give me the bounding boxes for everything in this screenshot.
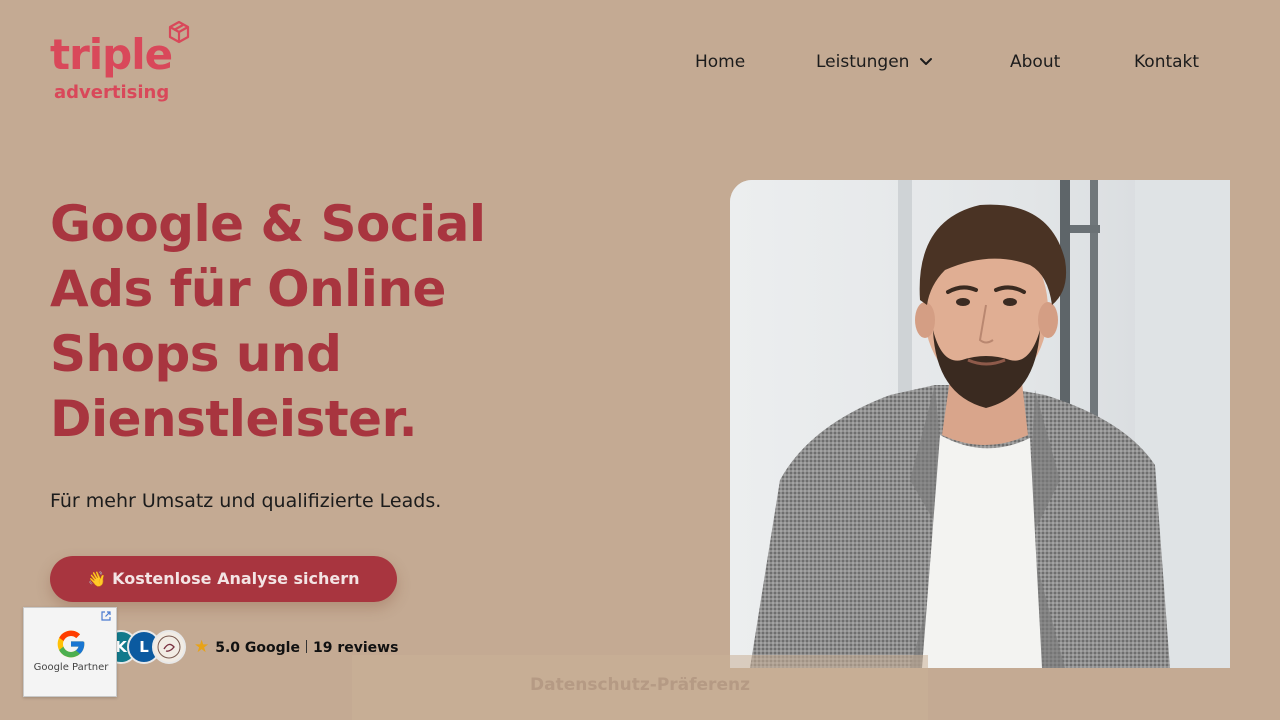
badge-label: Google Partner bbox=[33, 662, 109, 673]
hero-headline: Google & Social Ads für Online Shops und… bbox=[50, 195, 486, 448]
rating-value: 5.0 Google bbox=[215, 640, 300, 656]
google-partner-badge[interactable]: Google Partner bbox=[23, 607, 117, 697]
waving-hand-icon: 👋 bbox=[87, 570, 107, 588]
logo-wordmark: triple bbox=[50, 30, 173, 79]
nav-about[interactable]: About bbox=[1010, 50, 1060, 74]
portrait-illustration bbox=[730, 180, 1230, 668]
avatar-badge bbox=[152, 630, 186, 664]
review-count: 19 reviews bbox=[312, 640, 399, 656]
privacy-consent-bar[interactable]: Datenschutz-Präferenz bbox=[352, 655, 928, 720]
cube-logo-icon bbox=[168, 20, 190, 44]
google-g-icon bbox=[57, 630, 85, 658]
logo-subtitle: advertising bbox=[54, 82, 170, 103]
reviewer-logo-icon bbox=[157, 635, 181, 659]
consent-label: Datenschutz-Präferenz bbox=[530, 675, 750, 695]
hero-subline: Für mehr Umsatz und qualifizierte Leads. bbox=[50, 490, 442, 512]
chevron-down-icon bbox=[920, 58, 933, 65]
nav-home[interactable]: Home bbox=[695, 50, 745, 74]
brand-logo[interactable]: triple advertising bbox=[50, 20, 200, 110]
nav-leistungen-label: Leistungen bbox=[816, 52, 910, 72]
divider bbox=[305, 640, 307, 653]
cta-label: Kostenlose Analyse sichern bbox=[112, 569, 360, 588]
external-link-icon bbox=[101, 611, 111, 621]
star-icon: ★ bbox=[194, 637, 210, 657]
hero-portrait-image bbox=[730, 180, 1230, 668]
nav-kontakt[interactable]: Kontakt bbox=[1134, 50, 1199, 74]
cta-analysis-button[interactable]: 👋 Kostenlose Analyse sichern bbox=[50, 556, 397, 602]
nav-leistungen[interactable]: Leistungen bbox=[816, 50, 933, 74]
